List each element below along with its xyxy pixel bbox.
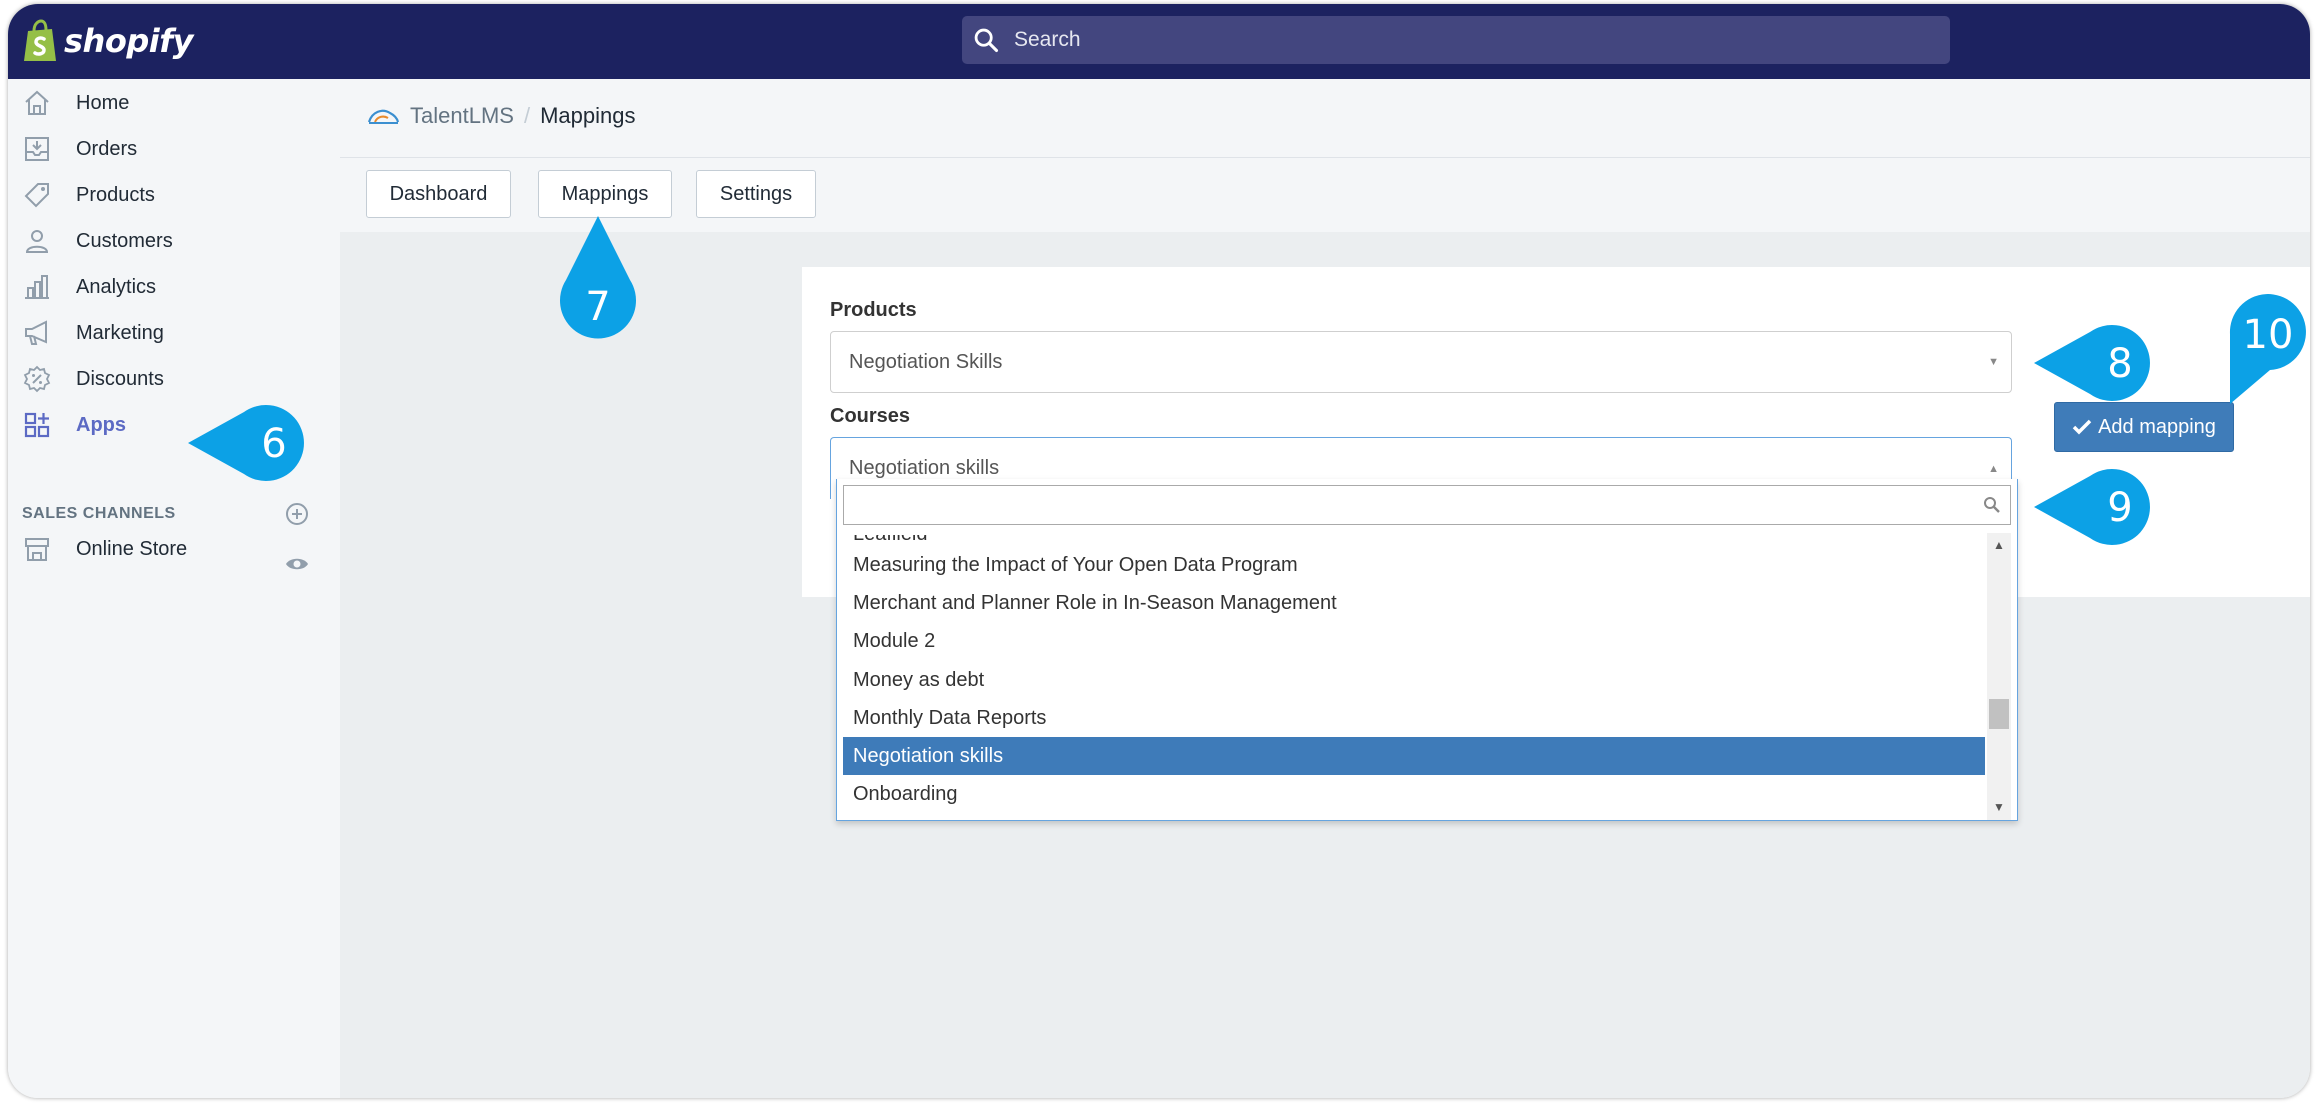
sidebar-item-label: Marketing xyxy=(76,321,164,344)
eye-icon[interactable] xyxy=(284,551,310,582)
list-item[interactable]: Merchant and Planner Role in In-Season M… xyxy=(843,584,1985,622)
sidebar-item-label: Analytics xyxy=(76,275,157,298)
callout-8-number: 8 xyxy=(2107,341,2132,387)
breadcrumb-current-page: Mappings xyxy=(540,103,636,128)
list-item[interactable]: Module 2 xyxy=(843,622,1985,660)
sidebar-item-home[interactable]: Home xyxy=(20,83,129,123)
courses-label: Courses xyxy=(830,405,911,427)
orders-icon xyxy=(20,132,54,166)
breadcrumb: TalentLMS / Mappings xyxy=(366,103,635,129)
sidebar-item-customers[interactable]: Customers xyxy=(20,221,173,261)
shopify-bag-icon xyxy=(24,19,56,61)
dropdown-options: Leaflield Measuring the Impact of Your O… xyxy=(843,535,1985,820)
sidebar-item-label: Online Store xyxy=(76,537,188,560)
search-input[interactable] xyxy=(1012,27,1916,53)
bar-chart-icon xyxy=(20,270,54,304)
top-bar: shopify xyxy=(8,4,2310,79)
checkmark-icon xyxy=(2072,419,2092,435)
chevron-up-icon: ▲ xyxy=(1988,462,1999,475)
dropdown-search-input[interactable] xyxy=(850,486,1954,524)
sidebar: Home Orders Products Customers Analytics xyxy=(8,79,340,1098)
sidebar-item-discounts[interactable]: Discounts xyxy=(20,359,164,399)
home-icon xyxy=(20,86,54,120)
breadcrumb-separator: / xyxy=(523,103,531,128)
add-mapping-button[interactable]: Add mapping xyxy=(2054,402,2234,452)
callout-10: 10 xyxy=(2229,294,2306,404)
app-window: shopify Home Orders Prod xyxy=(8,4,2310,1098)
person-icon xyxy=(20,224,54,258)
sidebar-item-label: Orders xyxy=(76,137,138,160)
list-item[interactable]: Money as debt xyxy=(843,661,1985,699)
scroll-up-icon[interactable]: ▲ xyxy=(1987,535,2011,555)
scroll-down-icon[interactable]: ▼ xyxy=(1987,797,2011,817)
tag-icon xyxy=(20,178,54,212)
add-sales-channel-icon[interactable] xyxy=(284,501,310,532)
sidebar-item-orders[interactable]: Orders xyxy=(20,129,137,169)
sidebar-item-marketing[interactable]: Marketing xyxy=(20,313,164,353)
discount-icon xyxy=(20,362,54,396)
sidebar-item-products[interactable]: Products xyxy=(20,175,155,215)
search-bar[interactable] xyxy=(962,16,1950,64)
sidebar-item-label: Customers xyxy=(76,229,173,252)
list-item[interactable]: Onboarding xyxy=(843,775,1985,813)
callout-10-number: 10 xyxy=(2243,312,2294,358)
callout-6-number: 6 xyxy=(261,421,286,467)
store-icon xyxy=(20,532,54,566)
courses-select-value: Negotiation skills xyxy=(849,457,1000,479)
callout-7: 7 xyxy=(560,216,636,339)
callout-8: 8 xyxy=(2034,325,2150,401)
list-item[interactable]: Measuring the Impact of Your Open Data P… xyxy=(843,546,1985,584)
shopify-logo[interactable]: shopify xyxy=(22,18,193,64)
search-icon xyxy=(974,28,999,53)
app-header: TalentLMS / Mappings Dashboard Mappings … xyxy=(340,79,2310,232)
add-mapping-label: Add mapping xyxy=(2098,415,2216,438)
tab-dashboard[interactable]: Dashboard xyxy=(366,170,511,218)
sidebar-item-apps[interactable]: Apps xyxy=(20,405,126,445)
dropdown-scrollbar[interactable]: ▲ ▼ xyxy=(1987,533,2011,820)
sidebar-item-label: Discounts xyxy=(76,367,164,390)
products-label: Products xyxy=(830,299,917,321)
courses-dropdown: Leaflield Measuring the Impact of Your O… xyxy=(836,479,2018,821)
list-item[interactable]: Monthly Data Reports xyxy=(843,699,1985,737)
search-icon xyxy=(1984,497,2000,513)
callout-6: 6 xyxy=(188,405,304,481)
scrollbar-thumb[interactable] xyxy=(1989,699,2009,729)
talentlms-logo-icon xyxy=(367,109,400,124)
tab-settings[interactable]: Settings xyxy=(696,170,816,218)
sidebar-item-analytics[interactable]: Analytics xyxy=(20,267,156,307)
sidebar-item-label: Apps xyxy=(76,413,126,436)
list-item-selected[interactable]: Negotiation skills xyxy=(843,737,1985,775)
apps-icon xyxy=(20,408,54,442)
megaphone-icon xyxy=(20,316,54,350)
brand-name: shopify xyxy=(64,22,193,60)
products-select-value: Negotiation Skills xyxy=(849,350,1003,373)
sidebar-item-online-store[interactable]: Online Store xyxy=(20,529,187,569)
chevron-down-icon: ▼ xyxy=(1988,356,1999,368)
products-select[interactable]: Negotiation Skills ▼ xyxy=(830,331,2012,393)
header-divider xyxy=(340,157,2310,158)
sales-channels-heading: SALES CHANNELS xyxy=(22,505,176,522)
sidebar-item-label: Products xyxy=(76,183,155,206)
sidebar-item-label: Home xyxy=(76,91,130,114)
tab-mappings[interactable]: Mappings xyxy=(538,170,672,218)
callout-9-number: 9 xyxy=(2107,485,2132,531)
breadcrumb-app-link[interactable]: TalentLMS xyxy=(410,103,514,129)
callout-9: 9 xyxy=(2034,469,2150,545)
callout-7-number: 7 xyxy=(585,284,610,330)
dropdown-search[interactable] xyxy=(843,485,2011,525)
